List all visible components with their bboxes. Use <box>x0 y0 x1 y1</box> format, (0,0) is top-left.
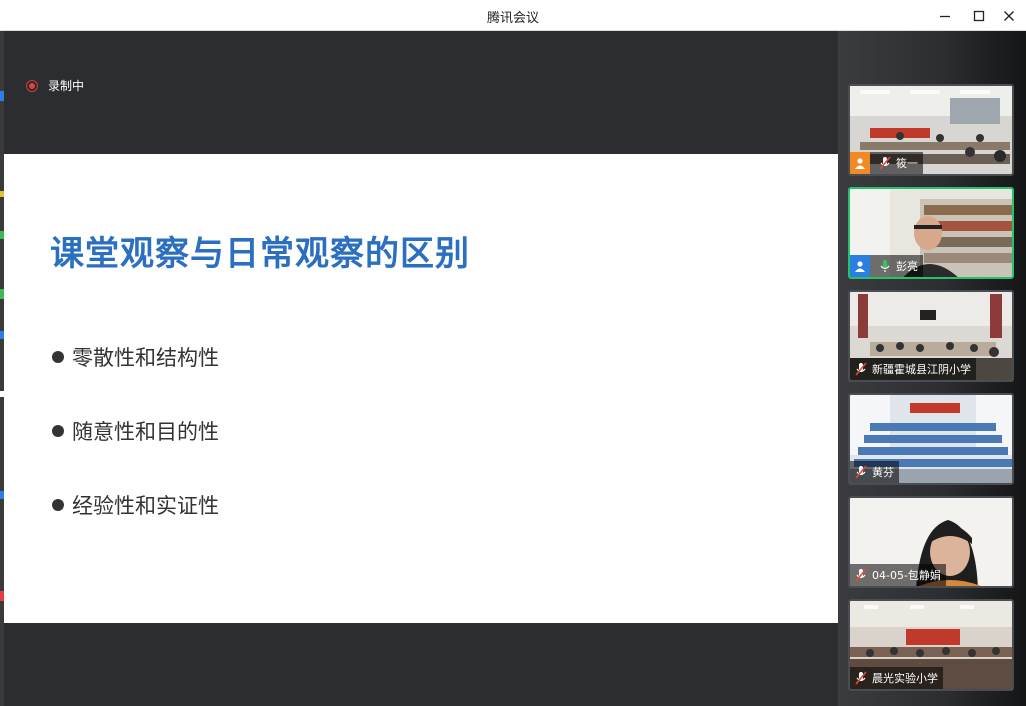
window-title: 腾讯会议 <box>486 11 539 26</box>
participant-name: 04-05-包静娟 <box>872 569 941 582</box>
bullet-icon <box>52 351 64 363</box>
minimize-icon <box>940 15 950 17</box>
participant-name: 黄芬 <box>872 466 894 479</box>
bullet-icon <box>52 499 64 511</box>
participant-name-bar: 晨光实验小学 <box>850 667 943 689</box>
mic-muted-icon <box>878 155 892 171</box>
presentation-slide: 课堂观察与日常观察的区别 零散性和结构性 随意性和目的性 经验性和实证性 <box>4 154 838 623</box>
slide-bullet: 经验性和实证性 <box>52 490 219 520</box>
recording-indicator[interactable]: 录制中 <box>26 77 84 94</box>
close-button[interactable] <box>992 0 1026 31</box>
slide-title: 课堂观察与日常观察的区别 <box>50 234 470 274</box>
mic-muted-icon <box>854 464 868 480</box>
recording-label: 录制中 <box>48 79 85 93</box>
mic-on-icon <box>878 258 892 274</box>
bullet-text: 经验性和实证性 <box>72 494 219 518</box>
participant-video-tile[interactable]: 筱一 <box>848 84 1014 176</box>
participant-name-bar: 黄芬 <box>850 461 899 483</box>
bullet-icon <box>52 425 64 437</box>
participant-video-tile[interactable]: 黄芬 <box>848 393 1014 485</box>
participant-name-bar: 新疆霍城县江阴小学 <box>850 358 976 380</box>
participant-name-bar: 04-05-包静娟 <box>850 564 946 586</box>
bullet-text: 随意性和目的性 <box>72 420 219 444</box>
participant-video-panel: 筱一 彭亮 新疆霍城县江阴小学 黄芬 04-05-包静娟 晨光实验小学 <box>838 31 1026 706</box>
maximize-icon <box>973 10 985 21</box>
mic-muted-icon <box>854 567 868 583</box>
shared-screen-stage: 录制中 课堂观察与日常观察的区别 零散性和结构性 随意性和目的性 经验性和实证性 <box>4 31 838 706</box>
participant-name: 新疆霍城县江阴小学 <box>872 363 971 376</box>
slide-bullet: 随意性和目的性 <box>52 416 219 446</box>
close-icon <box>1004 10 1014 21</box>
participant-video-tile[interactable]: 04-05-包静娟 <box>848 496 1014 588</box>
participant-name-bar: 彭亮 <box>850 255 923 277</box>
mic-muted-icon <box>854 361 868 377</box>
participant-name: 晨光实验小学 <box>872 672 938 685</box>
user-avatar-icon <box>850 152 870 174</box>
participant-video-tile[interactable]: 新疆霍城县江阴小学 <box>848 290 1014 382</box>
title-bar: 腾讯会议 <box>0 0 1026 31</box>
participant-video-tile-active-speaker[interactable]: 彭亮 <box>848 187 1014 279</box>
participant-name: 彭亮 <box>896 260 918 273</box>
maximize-button[interactable] <box>962 0 996 31</box>
user-avatar-icon <box>850 255 870 277</box>
participant-name-bar: 筱一 <box>850 152 923 174</box>
minimize-button[interactable] <box>928 0 962 31</box>
record-icon <box>26 79 38 92</box>
mic-muted-icon <box>854 670 868 686</box>
participant-name: 筱一 <box>896 157 918 170</box>
slide-bullet: 零散性和结构性 <box>52 342 219 372</box>
bullet-text: 零散性和结构性 <box>72 346 219 370</box>
participant-video-tile[interactable]: 晨光实验小学 <box>848 599 1014 691</box>
